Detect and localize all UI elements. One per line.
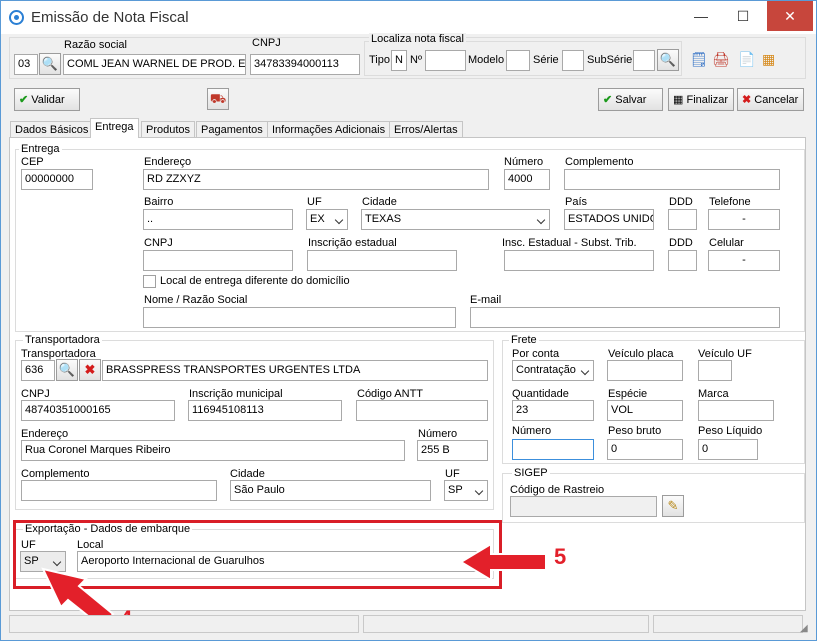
status-cell-1 [9,615,359,633]
resize-grip-icon[interactable]: ◢ [800,623,808,634]
status-cell-3 [653,615,803,633]
main-window: Emissão de Nota Fiscal — ☐ ✕ Razão socia… [0,0,817,641]
status-cell-2 [363,615,649,633]
tab-entrega[interactable]: Entrega [90,118,139,138]
annotation-arrows [41,542,547,629]
arrow-5 [459,542,547,582]
callout-5: 5 [554,544,567,569]
